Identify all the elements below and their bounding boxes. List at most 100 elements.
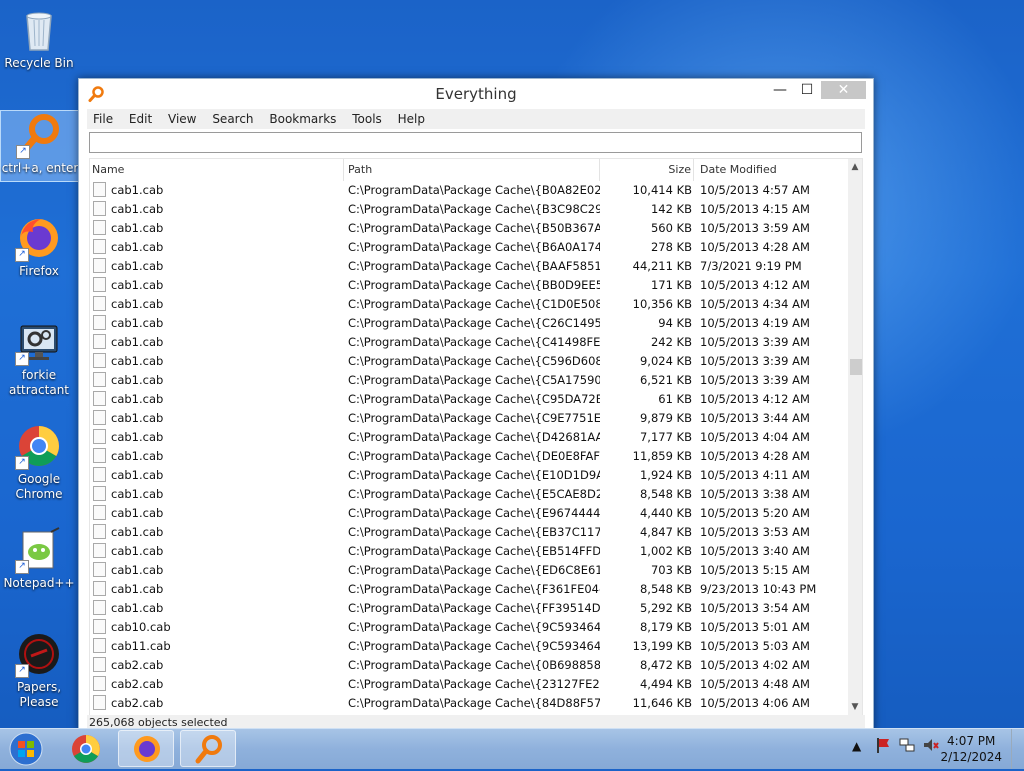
desktop-icon-google-chrome[interactable]: ↗ Google Chrome	[0, 422, 78, 502]
scroll-up-arrow-icon[interactable]: ▲	[848, 159, 862, 175]
show-hidden-icons-icon[interactable]: ▲	[852, 739, 861, 763]
file-name-cell: cab1.cab	[93, 447, 343, 466]
table-row[interactable]: cab1.cab C:\ProgramData\Package Cache\{E9…	[90, 504, 848, 523]
table-row[interactable]: cab1.cab C:\ProgramData\Package Cache\{C9…	[90, 390, 848, 409]
desktop-icon-papers-please[interactable]: ↗ Papers, Please	[0, 630, 78, 710]
file-date-modified: 7/3/2021 9:19 PM	[700, 259, 802, 273]
table-row[interactable]: cab1.cab C:\ProgramData\Package Cache\{B0…	[90, 181, 848, 200]
menu-tools[interactable]: Tools	[346, 109, 388, 129]
table-row[interactable]: cab2.cab C:\ProgramData\Package Cache\{0B…	[90, 656, 848, 675]
file-icon	[93, 448, 106, 463]
table-row[interactable]: cab10.cab C:\ProgramData\Package Cache\{9…	[90, 618, 848, 637]
menu-search[interactable]: Search	[206, 109, 259, 129]
table-row[interactable]: cab1.cab C:\ProgramData\Package Cache\{BA…	[90, 257, 848, 276]
menu-bookmarks[interactable]: Bookmarks	[263, 109, 342, 129]
table-row[interactable]: cab1.cab C:\ProgramData\Package Cache\{E1…	[90, 466, 848, 485]
chrome-icon	[72, 735, 100, 763]
vertical-scrollbar[interactable]: ▲ ▼	[848, 159, 862, 715]
table-row[interactable]: cab1.cab C:\ProgramData\Package Cache\{F3…	[90, 580, 848, 599]
desktop-icon-label: Firefox	[19, 264, 59, 278]
taskbar-everything[interactable]	[180, 730, 236, 767]
table-row[interactable]: cab1.cab C:\ProgramData\Package Cache\{C9…	[90, 409, 848, 428]
volume-muted-icon[interactable]	[922, 735, 940, 759]
table-row[interactable]: cab1.cab C:\ProgramData\Package Cache\{ED…	[90, 561, 848, 580]
shortcut-arrow-icon: ↗	[15, 664, 29, 678]
taskbar-firefox[interactable]	[118, 730, 174, 767]
table-row[interactable]: cab2.cab C:\ProgramData\Package Cache\{23…	[90, 675, 848, 694]
network-icon[interactable]	[898, 735, 916, 759]
menu-edit[interactable]: Edit	[123, 109, 158, 129]
shortcut-arrow-icon: ↗	[16, 145, 30, 159]
file-name: cab1.cab	[111, 278, 164, 292]
close-button[interactable]: ✕	[821, 81, 866, 99]
file-name-cell: cab1.cab	[93, 333, 343, 352]
file-size: 6,521 KB	[639, 373, 692, 387]
table-row[interactable]: cab11.cab C:\ProgramData\Package Cache\{9…	[90, 637, 848, 656]
file-name-cell: cab2.cab	[93, 675, 343, 694]
file-path: C:\ProgramData\Package Cache\{EB514FFD-.…	[348, 544, 600, 558]
computer-gear-icon: ↗	[15, 318, 63, 366]
table-row[interactable]: cab1.cab C:\ProgramData\Package Cache\{C5…	[90, 371, 848, 390]
file-date-modified: 10/5/2013 3:53 AM	[700, 525, 810, 539]
start-button[interactable]	[6, 731, 46, 767]
taskbar-chrome[interactable]	[58, 730, 114, 767]
table-row[interactable]: cab2.cab C:\ProgramData\Package Cache\{84…	[90, 694, 848, 713]
file-path: C:\ProgramData\Package Cache\{9C593464-.…	[348, 620, 600, 634]
file-name: cab1.cab	[111, 259, 164, 273]
file-icon	[93, 581, 106, 596]
action-center-flag-icon[interactable]	[874, 735, 892, 759]
system-clock[interactable]: 4:07 PM 2/12/2024	[940, 733, 1002, 765]
table-row[interactable]: cab1.cab C:\ProgramData\Package Cache\{EB…	[90, 523, 848, 542]
table-row[interactable]: cab1.cab C:\ProgramData\Package Cache\{E5…	[90, 485, 848, 504]
table-row[interactable]: cab1.cab C:\ProgramData\Package Cache\{DE…	[90, 447, 848, 466]
file-icon	[93, 486, 106, 501]
results-list[interactable]: Name Path Size Date Modified cab1.cab C:\…	[89, 158, 863, 716]
title-bar[interactable]: Everything — ☐ ✕	[79, 79, 873, 109]
file-size: 1,924 KB	[639, 468, 692, 482]
table-row[interactable]: cab1.cab C:\ProgramData\Package Cache\{B3…	[90, 200, 848, 219]
table-row[interactable]: cab1.cab C:\ProgramData\Package Cache\{B5…	[90, 219, 848, 238]
table-row[interactable]: cab1.cab C:\ProgramData\Package Cache\{C1…	[90, 295, 848, 314]
file-size: 4,440 KB	[639, 506, 692, 520]
shortcut-arrow-icon: ↗	[15, 248, 29, 262]
menu-file[interactable]: File	[87, 109, 119, 129]
table-row[interactable]: cab1.cab C:\ProgramData\Package Cache\{C4…	[90, 333, 848, 352]
file-path: C:\ProgramData\Package Cache\{C1D0E508-.…	[348, 297, 600, 311]
table-row[interactable]: cab1.cab C:\ProgramData\Package Cache\{B6…	[90, 238, 848, 257]
menu-help[interactable]: Help	[392, 109, 431, 129]
desktop-icon-forkie-attractant[interactable]: ↗ forkie attractant	[0, 318, 78, 398]
scroll-thumb[interactable]	[850, 359, 862, 375]
file-size: 4,847 KB	[639, 525, 692, 539]
table-row[interactable]: cab1.cab C:\ProgramData\Package Cache\{D4…	[90, 428, 848, 447]
column-header-date-modified[interactable]: Date Modified	[694, 159, 848, 181]
table-row[interactable]: cab1.cab C:\ProgramData\Package Cache\{C5…	[90, 352, 848, 371]
file-size: 242 KB	[650, 335, 692, 349]
file-name-cell: cab1.cab	[93, 580, 343, 599]
column-header-path[interactable]: Path	[344, 159, 600, 181]
table-row[interactable]: cab1.cab C:\ProgramData\Package Cache\{FF…	[90, 599, 848, 618]
desktop-icon-everything-shortcut[interactable]: ↗ ctrl+a, enter	[0, 110, 80, 182]
desktop-icon-recycle-bin[interactable]: Recycle Bin	[0, 6, 78, 71]
clock-time: 4:07 PM	[947, 734, 996, 748]
table-row[interactable]: cab1.cab C:\ProgramData\Package Cache\{C2…	[90, 314, 848, 333]
file-icon	[93, 638, 106, 653]
table-row[interactable]: cab1.cab C:\ProgramData\Package Cache\{BB…	[90, 276, 848, 295]
menu-view[interactable]: View	[162, 109, 202, 129]
magnifier-icon	[195, 735, 222, 764]
file-name-cell: cab1.cab	[93, 200, 343, 219]
file-path: C:\ProgramData\Package Cache\{BAAF5851-.…	[348, 259, 600, 273]
file-icon	[93, 182, 106, 197]
file-name: cab1.cab	[111, 373, 164, 387]
table-row[interactable]: cab1.cab C:\ProgramData\Package Cache\{EB…	[90, 542, 848, 561]
desktop-icon-firefox[interactable]: ↗ Firefox	[0, 214, 78, 279]
file-icon	[93, 258, 106, 273]
column-header-size[interactable]: Size	[600, 159, 694, 181]
file-name: cab11.cab	[111, 639, 171, 653]
desktop-icon-notepad-plus-plus[interactable]: ↗ Notepad++	[0, 526, 78, 591]
file-size: 142 KB	[650, 202, 692, 216]
column-header-name[interactable]: Name	[90, 159, 344, 181]
file-date-modified: 10/5/2013 3:39 AM	[700, 354, 810, 368]
scroll-down-arrow-icon[interactable]: ▼	[848, 699, 862, 715]
search-input[interactable]	[89, 132, 862, 153]
show-desktop-button[interactable]	[1011, 729, 1024, 769]
